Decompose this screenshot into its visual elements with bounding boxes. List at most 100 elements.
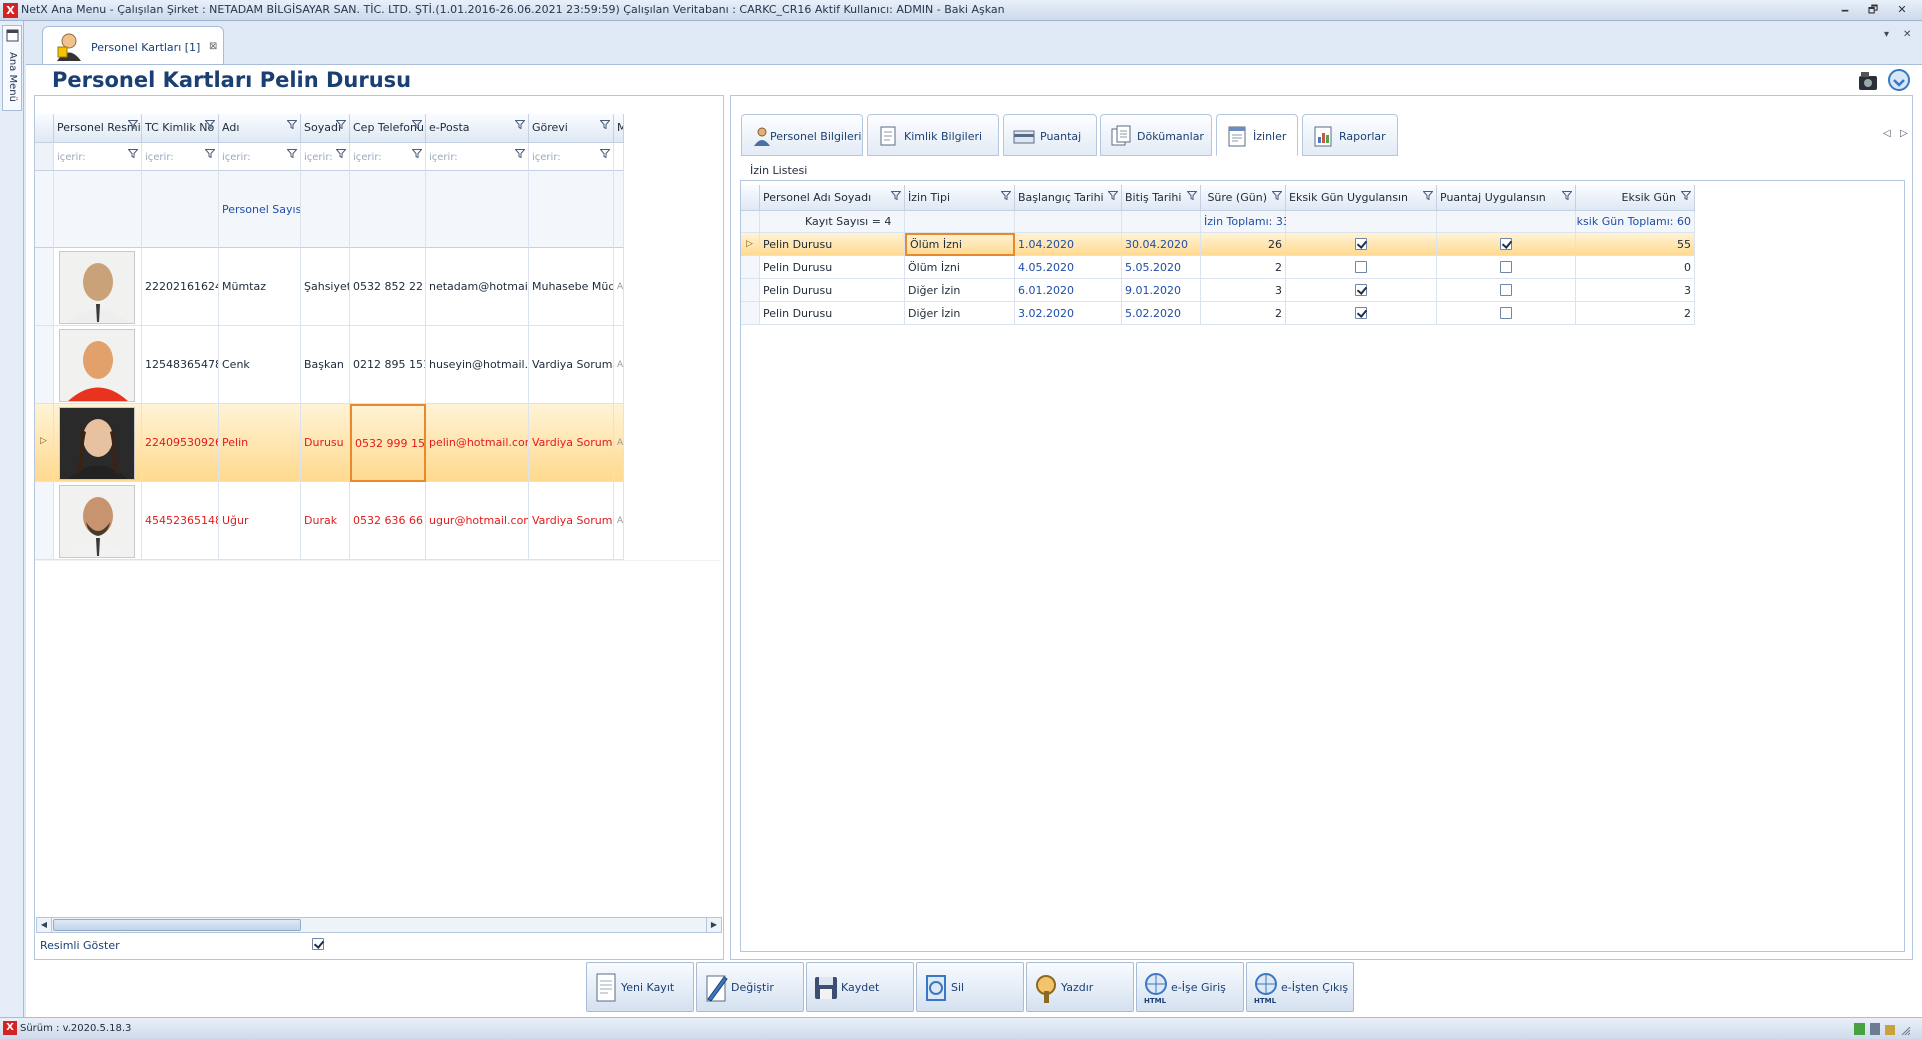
grid-cell[interactable]: huseyin@hotmail.com	[426, 326, 529, 404]
izin-column-header[interactable]: Personel Adı Soyadı	[760, 185, 905, 211]
grid-cell[interactable]: netadam@hotmail.com	[426, 248, 529, 326]
grid-cell[interactable]: Vardiya Sorumlusu	[529, 482, 614, 560]
filter-funnel-icon[interactable]	[128, 149, 138, 158]
izin-cell[interactable]: 3.02.2020	[1015, 302, 1122, 325]
filter-funnel-icon[interactable]	[600, 120, 610, 129]
filter-funnel-icon[interactable]	[515, 120, 525, 129]
grid-cell[interactable]: ugur@hotmail.com	[426, 482, 529, 560]
izin-cell[interactable]: 3	[1201, 279, 1286, 302]
izin-cell[interactable]: 5.02.2020	[1122, 302, 1201, 325]
grid-cell[interactable]: Pelin	[219, 404, 301, 482]
izin-cell[interactable]: Diğer İzin	[905, 279, 1015, 302]
app-icon[interactable]: X	[3, 3, 18, 18]
izin-cell[interactable]: 2	[1201, 302, 1286, 325]
grid-column-header[interactable]: TC Kimlik No	[142, 114, 219, 143]
izin-column-header[interactable]: Puantaj Uygulansın	[1437, 185, 1576, 211]
button-kaydet[interactable]: Kaydet	[806, 962, 914, 1012]
tab-personel-bilgileri[interactable]: Personel Bilgileri	[741, 114, 863, 156]
izin-cell[interactable]	[1437, 233, 1576, 256]
grid-cell[interactable]: Vardiya Sorumlusu	[529, 404, 614, 482]
grid-column-header[interactable]: Soyadı	[301, 114, 350, 143]
izin-cell[interactable]	[1286, 256, 1437, 279]
izin-cell[interactable]: 1.04.2020	[1015, 233, 1122, 256]
filter-funnel-icon[interactable]	[287, 149, 297, 158]
filter-funnel-icon[interactable]	[128, 120, 138, 129]
izin-column-header[interactable]: Eksik Gün Uygulansın	[1286, 185, 1437, 211]
checkbox[interactable]	[1500, 284, 1512, 296]
update-icon[interactable]	[1886, 68, 1912, 92]
tab-i-zinler[interactable]: İzinler	[1216, 114, 1298, 156]
filter-funnel-icon[interactable]	[600, 149, 610, 158]
filter-funnel-icon[interactable]	[1681, 191, 1691, 200]
grid-column-header[interactable]: Cep Telefonu	[350, 114, 426, 143]
filter-funnel-icon[interactable]	[1001, 191, 1011, 200]
grid-cell[interactable]: 0212 895 1511	[350, 326, 426, 404]
izin-cell[interactable]	[1286, 302, 1437, 325]
checkbox[interactable]	[1355, 284, 1367, 296]
izin-column-header[interactable]: Süre (Gün)	[1201, 185, 1286, 211]
filter-funnel-icon[interactable]	[1562, 191, 1572, 200]
filter-funnel-icon[interactable]	[336, 149, 346, 158]
izin-cell[interactable]: 5.05.2020	[1122, 256, 1201, 279]
camera-icon[interactable]	[1857, 70, 1881, 92]
izin-cell[interactable]: Diğer İzin	[905, 302, 1015, 325]
grid-cell[interactable]: Mümtaz	[219, 248, 301, 326]
izin-cell[interactable]: Ölüm İzni	[905, 256, 1015, 279]
grid-filter-cell[interactable]: içerir:	[219, 143, 301, 171]
izin-cell[interactable]	[1286, 279, 1437, 302]
izin-column-header[interactable]: İzin Tipi	[905, 185, 1015, 211]
izin-cell[interactable]: 2	[1201, 256, 1286, 279]
close-button[interactable]: ✕	[1891, 3, 1913, 18]
grid-cell[interactable]: 22409530926	[142, 404, 219, 482]
grid-filter-cell[interactable]: içerir:	[301, 143, 350, 171]
grid-cell[interactable]: pelin@hotmail.com	[426, 404, 529, 482]
scroll-right-icon[interactable]: ▶	[706, 918, 721, 932]
grid-filter-cell[interactable]: içerir:	[54, 143, 142, 171]
izin-cell[interactable]: 9.01.2020	[1122, 279, 1201, 302]
filter-funnel-icon[interactable]	[412, 149, 422, 158]
tab-dökümanlar[interactable]: Dökümanlar	[1100, 114, 1212, 156]
izin-row[interactable]: Pelin Durusu Ölüm İzni 4.05.2020 5.05.2020 2…	[741, 256, 1695, 279]
tab-kimlik-bilgileri[interactable]: Kimlik Bilgileri	[867, 114, 999, 156]
grid-filter-cell[interactable]: içerir:	[350, 143, 426, 171]
izin-cell[interactable]: 2	[1576, 302, 1695, 325]
filter-funnel-icon[interactable]	[336, 120, 346, 129]
grid-cell[interactable]: A	[614, 248, 624, 326]
grid-filter-cell[interactable]	[614, 143, 624, 171]
grid-filter-cell[interactable]: içerir:	[142, 143, 219, 171]
grid-cell[interactable]: 0532 852 22 26	[350, 248, 426, 326]
horizontal-scrollbar[interactable]: ◀ ▶	[36, 917, 722, 933]
grid-cell[interactable]: Durusu	[301, 404, 350, 482]
tab-scroll-right-icon[interactable]: ▷	[1900, 128, 1908, 139]
grid-cell[interactable]: Şahsiyet	[301, 248, 350, 326]
filter-funnel-icon[interactable]	[1423, 191, 1433, 200]
filter-funnel-icon[interactable]	[1187, 191, 1197, 200]
grid-column-header[interactable]: Görevi	[529, 114, 614, 143]
scroll-left-icon[interactable]: ◀	[37, 918, 52, 932]
izin-cell[interactable]: Ölüm İzni	[905, 233, 1015, 256]
izin-cell[interactable]	[1286, 233, 1437, 256]
grid-cell[interactable]: Vardiya Sorumlusu	[529, 326, 614, 404]
izin-row[interactable]: ▷ Pelin Durusu Ölüm İzni 1.04.2020 30.04.202…	[741, 233, 1695, 256]
grid-cell[interactable]: 22202161624	[142, 248, 219, 326]
izin-column-header[interactable]: Başlangıç Tarihi	[1015, 185, 1122, 211]
izin-cell[interactable]: 30.04.2020	[1122, 233, 1201, 256]
izin-cell[interactable]: 4.05.2020	[1015, 256, 1122, 279]
tab-close-all-icon[interactable]: ✕	[1903, 29, 1911, 40]
button-e-i̇şe-giriş[interactable]: HTML e-İşe Giriş	[1136, 962, 1244, 1012]
filter-funnel-icon[interactable]	[1108, 191, 1118, 200]
izin-cell[interactable]: 6.01.2020	[1015, 279, 1122, 302]
grid-cell[interactable]: 0532 636 66 33	[350, 482, 426, 560]
grid-filter-cell[interactable]: içerir:	[529, 143, 614, 171]
izin-cell[interactable]: Pelin Durusu	[760, 302, 905, 325]
table-row[interactable]: 22202161624MümtazŞahsiyet0532 852 22 26n…	[35, 248, 624, 326]
checkbox[interactable]	[1500, 261, 1512, 273]
grid-cell[interactable]: A	[614, 326, 624, 404]
table-row[interactable]: 12548365478CenkBaşkan0212 895 1511huseyi…	[35, 326, 624, 404]
grid-column-header[interactable]: M	[614, 114, 624, 143]
izin-row[interactable]: Pelin Durusu Diğer İzin 3.02.2020 5.02.2020…	[741, 302, 1695, 325]
show-photos-checkbox[interactable]	[312, 938, 324, 950]
izin-column-header[interactable]: Eksik Gün	[1576, 185, 1695, 211]
grid-cell[interactable]: Başkan	[301, 326, 350, 404]
button-yeni-kayıt[interactable]: Yeni Kayıt	[586, 962, 694, 1012]
